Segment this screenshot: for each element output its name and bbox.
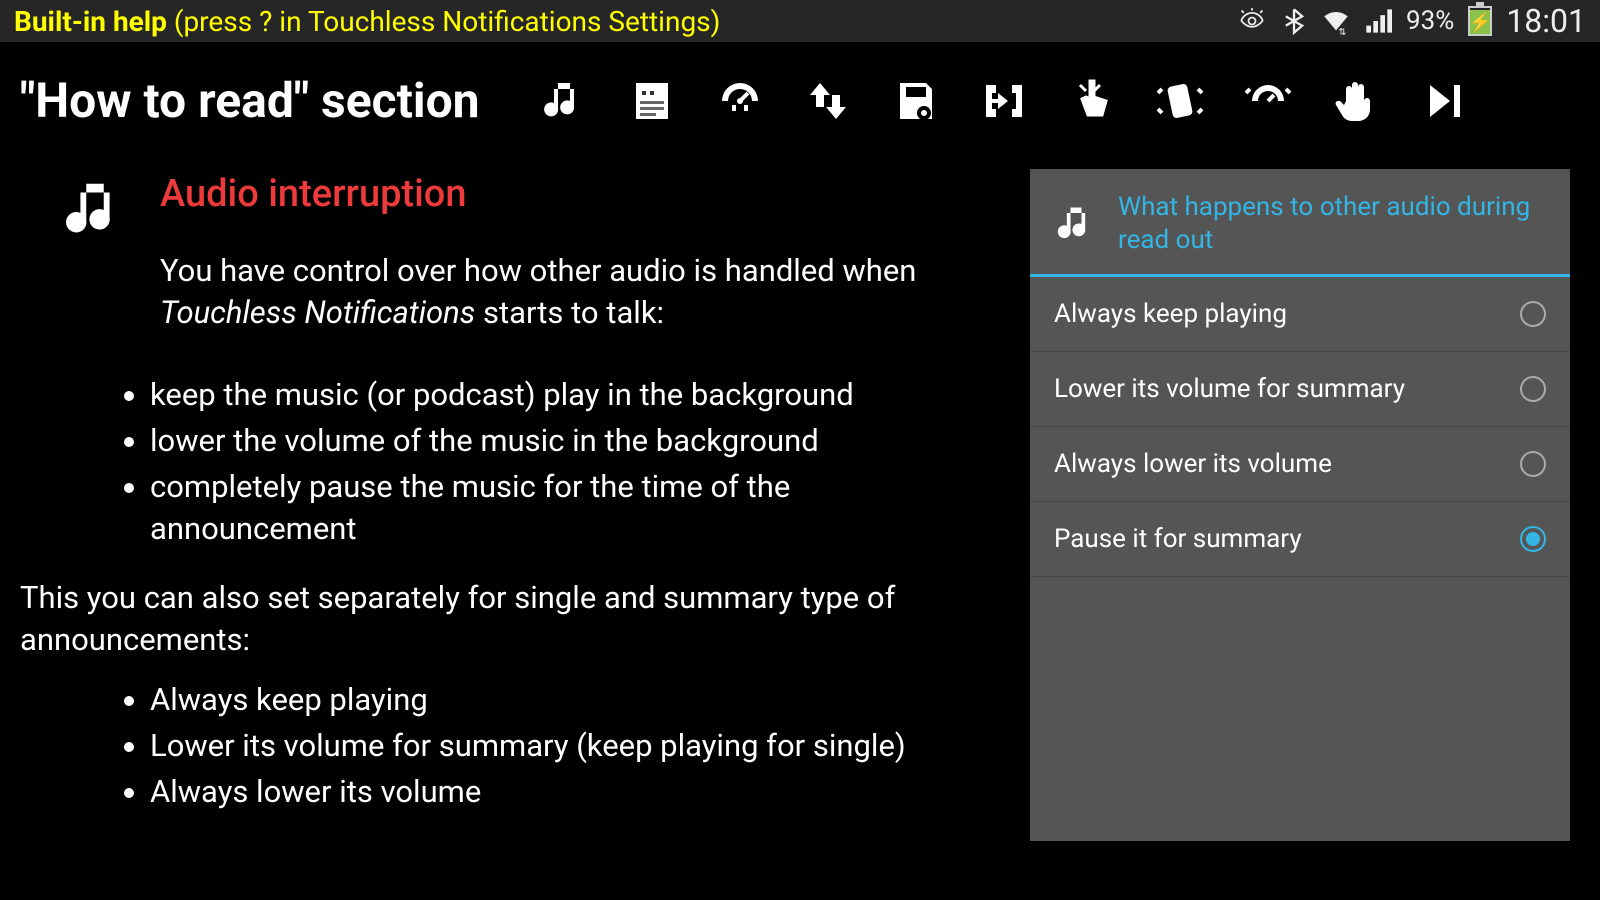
list-item: keep the music (or podcast) play in the …	[150, 374, 1000, 416]
header-icon-row	[540, 77, 1468, 125]
option-pause-for-summary[interactable]: Pause it for summary	[1030, 502, 1570, 577]
followup-text: This you can also set separately for sin…	[20, 577, 1000, 661]
help-hint: (press ? in Touchless Notifications Sett…	[174, 5, 721, 38]
radio-icon	[1520, 376, 1546, 402]
option-label: Lower its volume for summary	[1054, 374, 1405, 404]
intro-after: starts to talk:	[475, 294, 664, 331]
hand-icon[interactable]	[1332, 77, 1380, 125]
option-label: Pause it for summary	[1054, 524, 1302, 554]
music-icon[interactable]	[540, 77, 588, 125]
svg-text:⇅: ⇅	[1338, 27, 1346, 35]
article-column: Audio interruption You have control over…	[60, 169, 1000, 841]
shake-icon[interactable]	[1156, 77, 1204, 125]
option-always-keep-playing[interactable]: Always keep playing	[1030, 277, 1570, 352]
main-content: Audio interruption You have control over…	[0, 139, 1600, 841]
battery-icon: ⚡	[1468, 6, 1492, 36]
page-title: "How to read" section	[20, 72, 480, 129]
list-item: completely pause the music for the time …	[150, 466, 1000, 550]
option-always-lower[interactable]: Always lower its volume	[1030, 427, 1570, 502]
bluetooth-icon	[1280, 7, 1308, 35]
bullet-list-1: keep the music (or podcast) play in the …	[60, 374, 1000, 549]
gauge-quote-icon[interactable]	[716, 77, 764, 125]
radio-icon	[1520, 451, 1546, 477]
option-label: Always keep playing	[1054, 299, 1287, 329]
intro-text: You have control over how other audio is…	[160, 250, 1000, 334]
music-icon	[60, 175, 130, 245]
options-dialog: What happens to other audio during read …	[1030, 169, 1570, 841]
intro-before: You have control over how other audio is…	[160, 252, 916, 289]
bullet-list-2: Always keep playing Lower its volume for…	[60, 679, 1000, 813]
section-header: Audio interruption You have control over…	[60, 169, 1000, 334]
list-item: Lower its volume for summary (keep playi…	[150, 725, 1000, 767]
option-lower-for-summary[interactable]: Lower its volume for summary	[1030, 352, 1570, 427]
quote-doc-icon[interactable]	[628, 77, 676, 125]
status-help-text: Built-in help (press ? in Touchless Noti…	[14, 5, 1238, 38]
up-down-icon[interactable]	[804, 77, 852, 125]
dialog-header: What happens to other audio during read …	[1030, 169, 1570, 277]
back-bracket-icon[interactable]	[980, 77, 1028, 125]
radio-icon	[1520, 526, 1546, 552]
help-label: Built-in help	[14, 5, 167, 38]
radio-icon	[1520, 301, 1546, 327]
section-title: Audio interruption	[160, 169, 1000, 220]
status-right: ⇅ 93% ⚡ 18:01	[1238, 2, 1586, 40]
dialog-title: What happens to other audio during read …	[1118, 191, 1546, 256]
status-bar: Built-in help (press ? in Touchless Noti…	[0, 0, 1600, 42]
page-header: "How to read" section	[0, 42, 1600, 139]
list-item: Always lower its volume	[150, 771, 1000, 813]
clock: 18:01	[1506, 2, 1586, 40]
disk-eye-icon[interactable]	[892, 77, 940, 125]
list-item: lower the volume of the music in the bac…	[150, 420, 1000, 462]
signal-icon	[1364, 7, 1392, 35]
intro-italic: Touchless Notifications	[160, 294, 475, 331]
touch-icon[interactable]	[1068, 77, 1116, 125]
shake-gauge-icon[interactable]	[1244, 77, 1292, 125]
option-label: Always lower its volume	[1054, 449, 1332, 479]
music-icon	[1054, 202, 1098, 246]
list-item: Always keep playing	[150, 679, 1000, 721]
next-icon[interactable]	[1420, 77, 1468, 125]
wifi-icon: ⇅	[1322, 7, 1350, 35]
eye-icon	[1238, 7, 1266, 35]
battery-percent: 93%	[1406, 6, 1454, 36]
